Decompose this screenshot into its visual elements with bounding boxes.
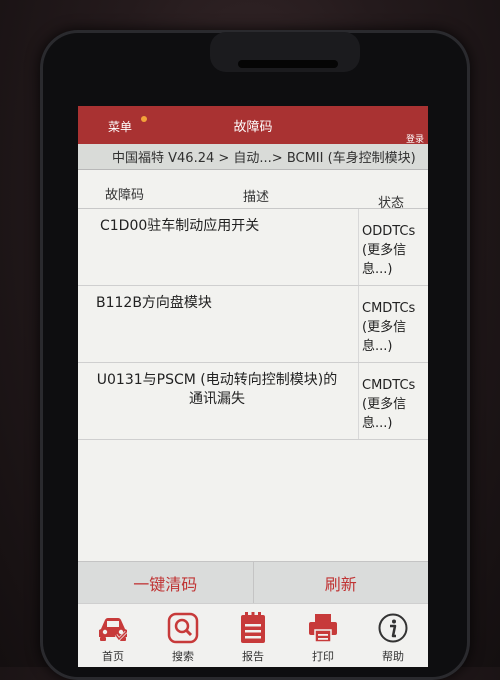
table-row[interactable]: U0131与PSCM (电动转向控制模块)的通讯漏失 CMDTCs (更多信 息… [78,363,428,440]
tab-label: 首页 [102,650,124,663]
dtc-description: C1D00驻车制动应用开关 [100,218,260,234]
title-bar: 菜单 故障码 登录 [78,106,428,145]
notification-dot [141,116,147,122]
tab-label: 搜索 [172,650,194,663]
tab-home[interactable]: 首页 [78,604,148,667]
report-icon [235,610,271,646]
tab-label: 帮助 [382,650,404,663]
more-info-text: (更多信 [362,243,407,258]
page-title: 故障码 [233,119,273,135]
column-header-code: 故障码 [105,188,145,203]
dtc-status-label: CMDTCs [362,301,416,316]
device-speaker [238,60,338,68]
column-divider [358,209,359,285]
dtc-status-label: CMDTCs [362,378,416,393]
tab-help[interactable]: 帮助 [358,604,428,667]
dtc-description: U0131与PSCM (电动转向控制模块)的通讯漏失 [96,372,338,407]
more-info-text: 息...) [362,262,393,277]
action-bar: 一键清码 刷新 [78,561,428,604]
more-info-text: (更多信 [362,397,407,412]
table-row[interactable]: B112B方向盘模块 CMDTCs (更多信 息...) [78,286,428,363]
table-row[interactable]: C1D00驻车制动应用开关 ODDTCs (更多信 息...) [78,209,428,286]
search-icon [165,610,201,646]
dtc-status-more-info[interactable]: CMDTCs (更多信 息...) [362,299,428,356]
column-header-description: 描述 [243,190,270,205]
breadcrumb[interactable]: 中国福特 V46.24 > 自动...> BCMII (车身控制模块) [78,144,428,170]
more-info-text: 息...) [362,416,393,431]
clear-codes-button[interactable]: 一键清码 [78,562,253,604]
tab-search[interactable]: 搜索 [148,604,218,667]
tab-label: 报告 [242,650,264,663]
column-divider [358,286,359,362]
dtc-status-more-info[interactable]: CMDTCs (更多信 息...) [362,376,428,433]
refresh-button[interactable]: 刷新 [252,562,429,604]
dtc-status-more-info[interactable]: ODDTCs (更多信 息...) [362,222,428,279]
tab-label: 打印 [312,650,334,663]
column-divider [358,363,359,439]
dtc-status-label: ODDTCs [362,224,416,239]
tab-print[interactable]: 打印 [288,604,358,667]
tab-report[interactable]: 报告 [218,604,288,667]
table-header: 故障码 描述 状态 [78,170,428,211]
app-screen: 菜单 故障码 登录 中国福特 V46.24 > 自动...> BCMII (车身… [78,106,428,667]
more-info-text: 息...) [362,339,393,354]
car-icon [95,610,131,646]
printer-icon [305,610,341,646]
dtc-description: B112B方向盘模块 [96,295,212,311]
menu-button[interactable]: 菜单 [108,118,132,135]
info-icon [375,610,411,646]
bottom-tab-bar: 首页 搜索 报告 打印 帮助 [78,603,428,667]
more-info-text: (更多信 [362,320,407,335]
